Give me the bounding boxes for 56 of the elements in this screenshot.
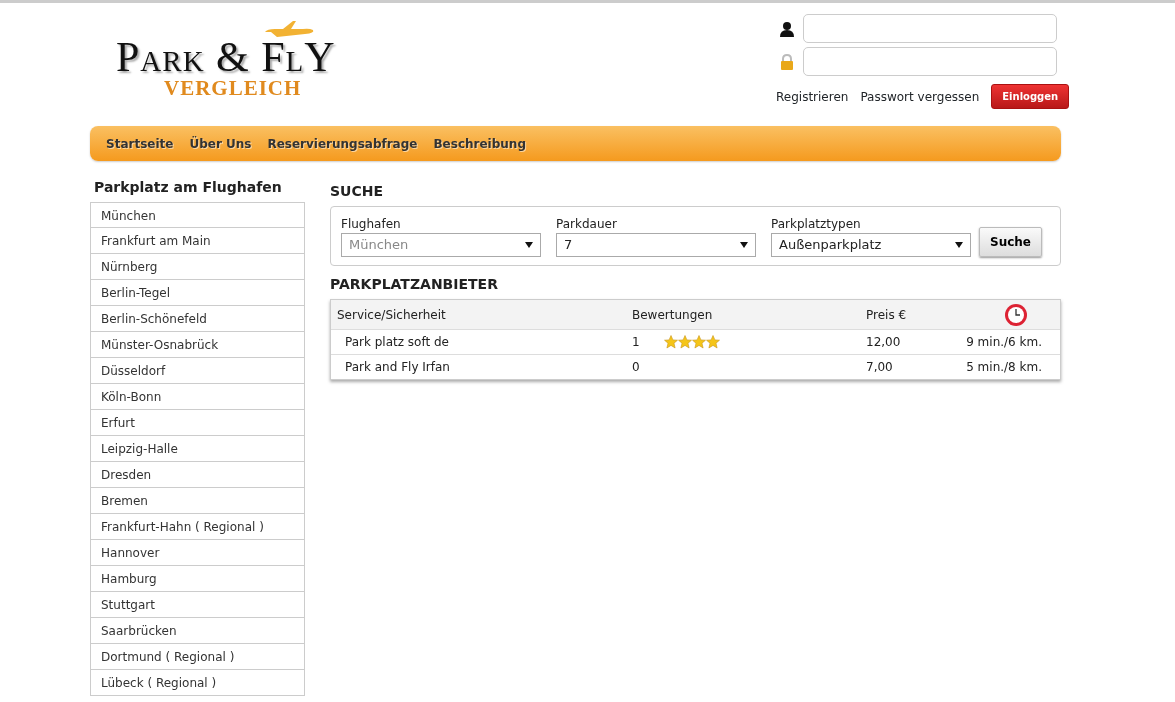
sidebar-item[interactable]: München (90, 202, 305, 228)
logo-title: Park & FlY (116, 36, 336, 78)
sidebar-item[interactable]: Hamburg (90, 566, 305, 592)
caret-icon (955, 242, 963, 248)
user-icon (779, 20, 795, 37)
login-button[interactable]: Einloggen (991, 84, 1070, 109)
table-cell-text: Park platz soft de (344, 334, 450, 351)
field-label: Flughafen (341, 216, 402, 233)
select-field[interactable]: Außenparkplatz (771, 233, 971, 257)
sidebar-item[interactable]: Köln-Bonn (90, 384, 305, 410)
sidebar-item[interactable]: Dresden (90, 462, 305, 488)
caret-icon (740, 242, 748, 248)
sidebar-item[interactable]: Nürnberg (90, 254, 305, 280)
nav-link[interactable]: Startseite (106, 134, 174, 153)
table-cell-text: 7,00 (866, 359, 894, 376)
sidebar-item[interactable]: Lübeck ( Regional ) (90, 670, 305, 696)
section-title: SUCHE (330, 182, 384, 201)
login-link[interactable]: Registrieren (776, 87, 849, 106)
sidebar-item[interactable]: Stuttgart (90, 592, 305, 618)
nav-link[interactable]: Über Uns (189, 134, 252, 153)
search-button[interactable]: Suche (979, 227, 1042, 257)
table-cell-text: Park and Fly Irfan (344, 359, 451, 376)
table-cell-text: 12,00 (866, 334, 902, 351)
caret-icon (525, 242, 533, 248)
sidebar-item[interactable]: Münster-Osnabrück (90, 332, 305, 358)
username-field[interactable] (803, 14, 1057, 43)
login-link[interactable]: Passwort vergessen (860, 87, 980, 106)
sidebar-item[interactable]: Frankfurt-Hahn ( Regional ) (90, 514, 305, 540)
sidebar-item[interactable]: Hannover (90, 540, 305, 566)
sidebar-item[interactable]: Erfurt (90, 410, 305, 436)
sidebar-item[interactable]: Bremen (90, 488, 305, 514)
column-header: Bewertungen (632, 306, 714, 324)
sidebar-item[interactable]: Dortmund ( Regional ) (90, 644, 305, 670)
padlock-icon (779, 53, 795, 70)
nav-link[interactable]: Beschreibung (433, 134, 526, 153)
table-cell-text: 0 (632, 359, 640, 376)
logo-subtitle: VERGLEICH (164, 78, 302, 99)
sidebar-item[interactable]: Berlin-Schönefeld (90, 306, 305, 332)
sidebar-title: Parkplatz am Flughafen (94, 178, 283, 197)
table-cell-text: 9 min./6 km. (965, 334, 1042, 351)
table-cell-text: 5 min./8 km. (965, 359, 1042, 376)
select-field[interactable]: München (341, 233, 541, 257)
table-cell-text: 1 (632, 334, 640, 351)
select-field[interactable]: 7 (556, 233, 756, 257)
password-field[interactable] (803, 47, 1057, 76)
field-label: Parkplatztypen (771, 216, 862, 233)
sidebar-item[interactable]: Saarbrücken (90, 618, 305, 644)
section-title: PARKPLATZANBIETER (330, 275, 499, 294)
field-label: Parkdauer (556, 216, 618, 233)
sidebar-item[interactable]: Leipzig-Halle (90, 436, 305, 462)
sidebar-item[interactable]: Berlin-Tegel (90, 280, 305, 306)
sidebar-item[interactable]: Düsseldorf (90, 358, 305, 384)
column-header: Service/Sicherheit (337, 306, 447, 324)
nav-link[interactable]: Reservierungsabfrage (267, 134, 418, 153)
column-header: Preis € (866, 306, 908, 324)
sidebar-item[interactable]: Frankfurt am Main (90, 228, 305, 254)
